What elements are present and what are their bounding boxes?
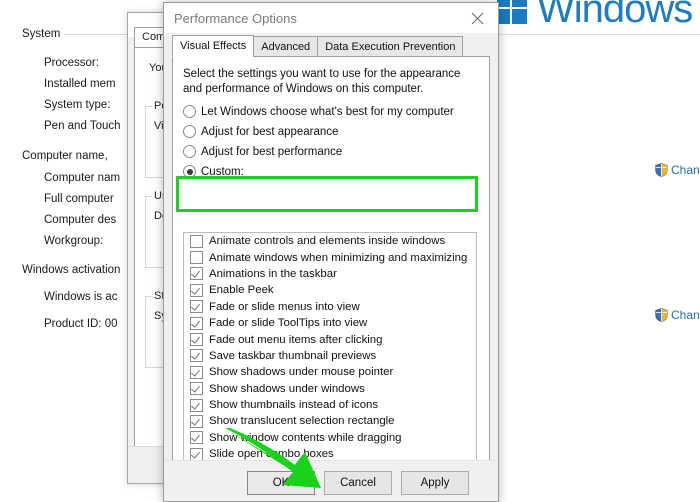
list-item[interactable]: Save taskbar thumbnail previews <box>184 348 476 364</box>
list-item-label: Show translucent selection rectangle <box>209 415 395 428</box>
checkbox-indicator[interactable] <box>190 234 203 248</box>
list-item[interactable]: Enable Peek <box>184 282 476 298</box>
list-item-label: Show window contents while dragging <box>209 431 402 444</box>
tab-visual-effects[interactable]: Visual Effects <box>172 35 255 57</box>
list-item[interactable]: Show window contents while dragging <box>184 430 476 446</box>
list-item-label: Show thumbnails instead of icons <box>209 399 379 412</box>
checkbox-indicator[interactable] <box>190 300 203 314</box>
list-item[interactable]: Show thumbnails instead of icons <box>184 397 476 413</box>
checkbox-indicator[interactable] <box>190 382 203 396</box>
label-processor: Processor: <box>44 57 99 69</box>
ok-button[interactable]: OK <box>247 471 315 495</box>
checkbox-indicator[interactable] <box>190 414 203 428</box>
performance-options-dialog[interactable]: Performance Options Visual Effects Advan… <box>163 2 499 502</box>
list-item[interactable]: Fade or slide ToolTips into view <box>184 315 476 331</box>
checkbox-indicator[interactable] <box>190 349 203 363</box>
radio-adjust-best-performance[interactable]: Adjust for best performance <box>183 145 342 158</box>
section-heading-computer-name: Computer name, <box>22 150 108 162</box>
label-computer-description: Computer des <box>44 214 117 226</box>
close-icon[interactable] <box>456 3 498 33</box>
list-item[interactable]: Animate windows when minimizing and maxi… <box>184 249 476 265</box>
section-heading-windows-activation: Windows activation <box>22 264 121 276</box>
label-workgroup: Workgroup: <box>44 235 104 247</box>
tab-advanced[interactable]: Advanced <box>253 36 319 57</box>
list-item[interactable]: Fade or slide menus into view <box>184 299 476 315</box>
label-product-id: Product ID: 00 <box>44 318 118 330</box>
radio-label: Custom: <box>201 165 244 178</box>
label-system-type: System type: <box>44 99 111 111</box>
dialog-tabstrip[interactable]: Visual Effects Advanced Data Execution P… <box>172 35 464 57</box>
list-item-label: Animate windows when minimizing and maxi… <box>209 251 468 264</box>
dialog-title: Performance Options <box>174 10 297 26</box>
radio-label: Adjust for best appearance <box>201 125 339 138</box>
checkbox-indicator[interactable] <box>190 431 203 445</box>
visual-effects-listbox[interactable]: Animate controls and elements inside win… <box>183 232 477 496</box>
label-pen-and-touch: Pen and Touch <box>44 120 121 132</box>
list-item[interactable]: Fade out menu items after clicking <box>184 331 476 347</box>
tab-data-execution-prevention[interactable]: Data Execution Prevention <box>317 36 464 57</box>
label-windows-activated: Windows is ac <box>44 291 118 303</box>
radio-indicator[interactable] <box>183 125 196 138</box>
brand-word: Windows <box>537 0 693 31</box>
checkbox-indicator[interactable] <box>190 447 203 461</box>
checkbox-indicator[interactable] <box>190 283 203 297</box>
uac-shield-icon <box>655 308 668 322</box>
visual-effects-panel: Select the settings you want to use for … <box>172 56 490 496</box>
checkbox-indicator[interactable] <box>190 333 203 347</box>
label-full-computer-name: Full computer <box>44 193 114 205</box>
list-item[interactable]: Animate controls and elements inside win… <box>184 233 476 249</box>
change-product-key-link-2[interactable]: Change <box>655 308 700 322</box>
change-settings-link-1[interactable]: Change <box>655 163 700 177</box>
radio-adjust-best-appearance[interactable]: Adjust for best appearance <box>183 125 338 138</box>
list-item[interactable]: Animations in the taskbar <box>184 266 476 282</box>
list-item-label: Fade or slide ToolTips into view <box>209 317 368 330</box>
list-item-label: Fade or slide menus into view <box>209 300 360 313</box>
label-installed-memory: Installed mem <box>44 78 116 90</box>
dialog-footer: OK Cancel Apply <box>164 460 498 501</box>
checkbox-indicator[interactable] <box>190 398 203 412</box>
radio-indicator[interactable] <box>183 165 196 178</box>
radio-label: Adjust for best performance <box>201 145 343 158</box>
checkbox-indicator[interactable] <box>190 251 203 265</box>
radio-indicator[interactable] <box>183 105 196 118</box>
uac-shield-icon <box>655 163 668 177</box>
list-item-label: Animations in the taskbar <box>209 267 337 280</box>
radio-let-windows-choose[interactable]: Let Windows choose what's best for my co… <box>183 105 454 118</box>
radio-indicator[interactable] <box>183 145 196 158</box>
list-item-label: Fade out menu items after clicking <box>209 333 383 346</box>
section-heading-system: System <box>22 28 61 40</box>
list-item[interactable]: Show shadows under windows <box>184 381 476 397</box>
radio-custom[interactable]: Custom: <box>183 165 244 178</box>
windows-logo-icon <box>497 0 527 24</box>
list-item-label: Save taskbar thumbnail previews <box>209 349 377 362</box>
list-item-label: Show shadows under windows <box>209 382 365 395</box>
checkbox-indicator[interactable] <box>190 316 203 330</box>
list-item-label: Slide open combo boxes <box>209 448 334 461</box>
list-item-label: Show shadows under mouse pointer <box>209 366 394 379</box>
change-link-label: Change <box>671 308 700 322</box>
checkbox-indicator[interactable] <box>190 267 203 281</box>
radio-label: Let Windows choose what's best for my co… <box>201 105 454 118</box>
panel-description: Select the settings you want to use for … <box>183 68 461 95</box>
change-link-label: Change <box>671 163 700 177</box>
apply-button[interactable]: Apply <box>401 471 469 495</box>
list-item-label: Animate controls and elements inside win… <box>209 235 446 248</box>
label-computer-name: Computer nam <box>44 172 121 184</box>
cancel-button[interactable]: Cancel <box>324 471 392 495</box>
list-item[interactable]: Show translucent selection rectangle <box>184 413 476 429</box>
dialog-titlebar[interactable]: Performance Options <box>164 3 498 33</box>
list-item-label: Enable Peek <box>209 284 274 297</box>
list-item[interactable]: Show shadows under mouse pointer <box>184 364 476 380</box>
checkbox-indicator[interactable] <box>190 365 203 379</box>
